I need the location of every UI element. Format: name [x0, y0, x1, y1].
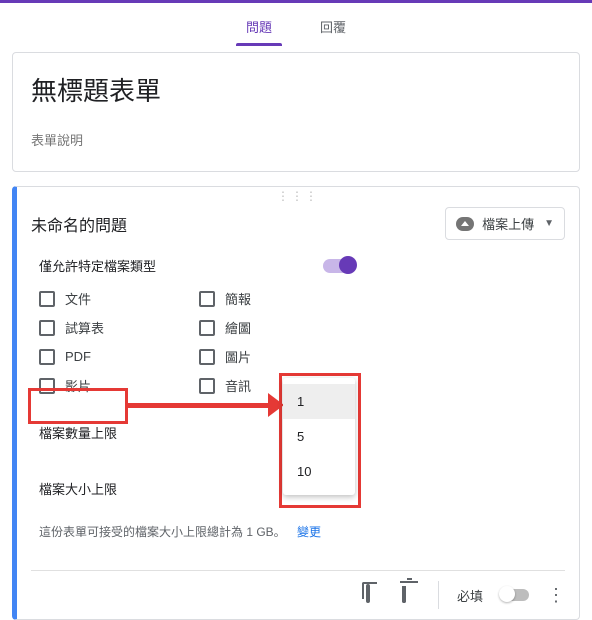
checkbox-icon [199, 378, 215, 394]
filetype-presentation[interactable]: 簡報 [199, 289, 349, 308]
filetype-pdf[interactable]: PDF [39, 347, 189, 366]
max-files-option-1[interactable]: 1 [283, 384, 355, 419]
filetype-sheet[interactable]: 試算表 [39, 318, 189, 337]
divider [438, 581, 439, 609]
trash-icon [402, 586, 406, 603]
form-description[interactable]: 表單說明 [31, 130, 561, 149]
checkbox-icon [39, 349, 55, 365]
tab-questions[interactable]: 問題 [242, 11, 276, 46]
change-link[interactable]: 變更 [297, 525, 321, 539]
copy-icon [366, 584, 370, 603]
drag-handle-icon[interactable]: ⋮⋮⋮ [277, 189, 319, 203]
checkbox-icon [199, 320, 215, 336]
checkbox-icon [39, 378, 55, 394]
max-size-label: 檔案大小上限 [39, 479, 309, 498]
filetype-video[interactable]: 影片 [39, 376, 189, 395]
question-type-label: 檔案上傳 [482, 214, 534, 233]
allow-filetypes-toggle[interactable] [323, 259, 355, 273]
filetype-image[interactable]: 圖片 [199, 347, 349, 366]
allow-filetypes-label: 僅允許特定檔案類型 [39, 256, 156, 275]
chevron-down-icon: ▼ [544, 218, 554, 229]
required-toggle[interactable] [501, 589, 529, 601]
question-footer: 必填 ⋮ [31, 570, 565, 609]
max-files-dropdown: 1 5 10 [283, 378, 355, 495]
checkbox-icon [199, 349, 215, 365]
total-size-info: 這份表單可接受的檔案大小上限總計為 1 GB。 變更 [31, 523, 565, 540]
allow-filetypes-row: 僅允許特定檔案類型 [31, 256, 565, 275]
max-files-option-5[interactable]: 5 [283, 419, 355, 454]
checkbox-icon [199, 291, 215, 307]
question-type-select[interactable]: 檔案上傳 ▼ [445, 207, 565, 240]
duplicate-button[interactable] [366, 586, 384, 604]
filetype-drawing[interactable]: 繪圖 [199, 318, 349, 337]
required-label: 必填 [457, 586, 483, 605]
delete-button[interactable] [402, 586, 420, 604]
cloud-upload-icon [456, 217, 474, 231]
form-title-card: 無標題表單 表單說明 [12, 52, 580, 172]
more-options-button[interactable]: ⋮ [547, 586, 565, 604]
form-title[interactable]: 無標題表單 [31, 71, 561, 108]
filetype-doc[interactable]: 文件 [39, 289, 189, 308]
checkbox-icon [39, 320, 55, 336]
tabs: 問題 回覆 [0, 3, 592, 46]
checkbox-icon [39, 291, 55, 307]
max-files-label: 檔案數量上限 [39, 423, 309, 442]
tab-responses[interactable]: 回覆 [316, 11, 350, 46]
question-header: 未命名的問題 檔案上傳 ▼ [31, 207, 565, 240]
question-title[interactable]: 未命名的問題 [31, 212, 127, 236]
max-files-option-10[interactable]: 10 [283, 454, 355, 489]
